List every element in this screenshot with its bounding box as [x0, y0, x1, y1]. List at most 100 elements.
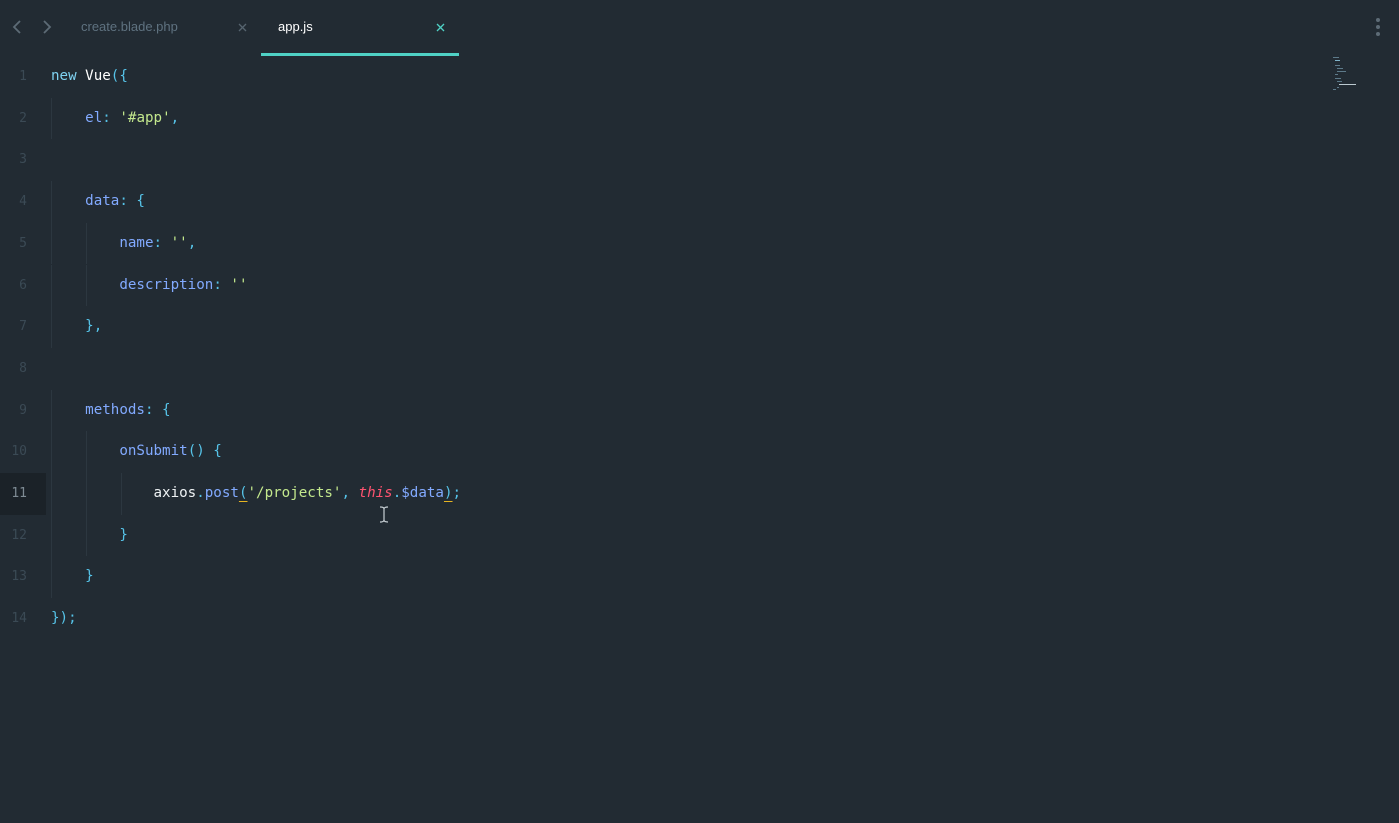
- code-token: :: [153, 234, 171, 251]
- code-token: '/projects': [247, 485, 342, 501]
- line-number: 1: [19, 69, 27, 84]
- code-line[interactable]: 9 methods: {: [0, 389, 1399, 432]
- code-token: this: [358, 485, 393, 501]
- code-line[interactable]: 10 onSubmit() {: [0, 431, 1399, 473]
- code-text: name: '',: [51, 223, 196, 265]
- line-number: 8: [19, 360, 27, 376]
- more-vertical-icon: [1376, 18, 1380, 22]
- back-button[interactable]: [8, 17, 26, 37]
- code-line[interactable]: 4 data: {: [0, 181, 1399, 223]
- code-token: '': [170, 234, 188, 251]
- tab-close-button[interactable]: [234, 19, 250, 35]
- code-token: ): [443, 485, 453, 501]
- tab-create-blade[interactable]: create.blade.php: [63, 0, 261, 56]
- code-token: new: [51, 68, 77, 84]
- more-menu-button[interactable]: [1371, 17, 1385, 37]
- code-token: });: [51, 610, 77, 627]
- tab-label: app.js: [278, 19, 313, 34]
- code-line[interactable]: 7 },: [0, 306, 1399, 348]
- code-token: methods: [85, 401, 145, 418]
- line-number: 14: [11, 611, 27, 627]
- close-icon: [436, 23, 444, 31]
- code-token: .: [392, 485, 402, 501]
- forward-button[interactable]: [38, 17, 56, 37]
- code-token: .: [196, 485, 205, 501]
- code-token: '#app': [119, 109, 171, 126]
- code-line[interactable]: 8: [0, 348, 1399, 390]
- code-text: axios.post('/projects', this.$data);: [51, 473, 462, 515]
- line-number: 7: [19, 319, 27, 335]
- code-token: description: [119, 276, 214, 293]
- line-number: 3: [19, 152, 27, 168]
- code-token: },: [85, 318, 103, 335]
- chevron-left-icon: [12, 20, 21, 34]
- tab-close-button[interactable]: [432, 19, 448, 35]
- line-number: 4: [19, 194, 27, 210]
- tab-app-js[interactable]: app.js: [261, 0, 459, 56]
- code-text: data: {: [51, 181, 145, 223]
- code-text: new Vue({: [51, 56, 128, 98]
- code-text: }: [51, 556, 94, 598]
- code-text: });: [51, 598, 77, 640]
- line-number: 5: [19, 235, 27, 251]
- code-line[interactable]: 11 axios.post('/projects', this.$data);: [0, 473, 1399, 515]
- line-number: 9: [19, 402, 27, 418]
- code-line[interactable]: 1 new Vue({: [0, 56, 1399, 98]
- code-token: () {: [187, 443, 222, 460]
- code-token: ,: [187, 234, 197, 251]
- code-token: $data: [401, 485, 444, 501]
- code-token: }: [85, 568, 94, 585]
- code-token: name: [119, 234, 154, 251]
- code-line[interactable]: 5 name: '',: [0, 222, 1399, 265]
- tab-bar: create.blade.php app.js: [0, 0, 1399, 56]
- code-token: axios: [153, 485, 197, 501]
- code-line[interactable]: 3: [0, 139, 1399, 181]
- code-text: },: [51, 306, 102, 348]
- code-text: methods: {: [51, 390, 171, 432]
- code-line[interactable]: 12 }: [0, 514, 1399, 557]
- code-token: }: [119, 526, 128, 543]
- code-token: el: [85, 109, 103, 126]
- line-number: 10: [11, 444, 27, 460]
- code-text: el: '#app',: [51, 98, 179, 140]
- code-token: ({: [110, 68, 128, 84]
- code-editor[interactable]: 1 new Vue({2 el: '#app', 3 4 data: {5 name:…: [0, 56, 1399, 823]
- code-token: data: [85, 193, 120, 210]
- code-token: : {: [119, 193, 145, 210]
- close-icon: [238, 23, 246, 31]
- code-token: :: [213, 276, 231, 293]
- code-line[interactable]: 13 }: [0, 556, 1399, 599]
- chevron-right-icon: [43, 20, 52, 34]
- code-token: '': [230, 276, 248, 293]
- code-line[interactable]: 6 description: '': [0, 264, 1399, 307]
- code-line[interactable]: 14});: [0, 598, 1399, 640]
- line-number: 11: [11, 486, 27, 501]
- code-token: Vue: [85, 68, 111, 84]
- code-token: ,: [341, 485, 359, 501]
- tab-label: create.blade.php: [81, 19, 178, 34]
- code-token: post: [204, 485, 239, 501]
- code-token: :: [102, 109, 120, 126]
- code-token: ,: [170, 109, 180, 126]
- code-token: onSubmit: [119, 443, 188, 460]
- line-number: 2: [19, 110, 27, 126]
- code-token: : {: [144, 401, 171, 418]
- line-number: 12: [11, 527, 27, 543]
- line-number: 6: [19, 277, 27, 293]
- code-token: ;: [452, 485, 462, 501]
- code-line[interactable]: 2 el: '#app',: [0, 97, 1399, 140]
- code-text: onSubmit() {: [51, 431, 222, 473]
- code-text: description: '': [51, 265, 248, 307]
- code-text: }: [51, 515, 128, 557]
- line-number: 13: [11, 569, 27, 585]
